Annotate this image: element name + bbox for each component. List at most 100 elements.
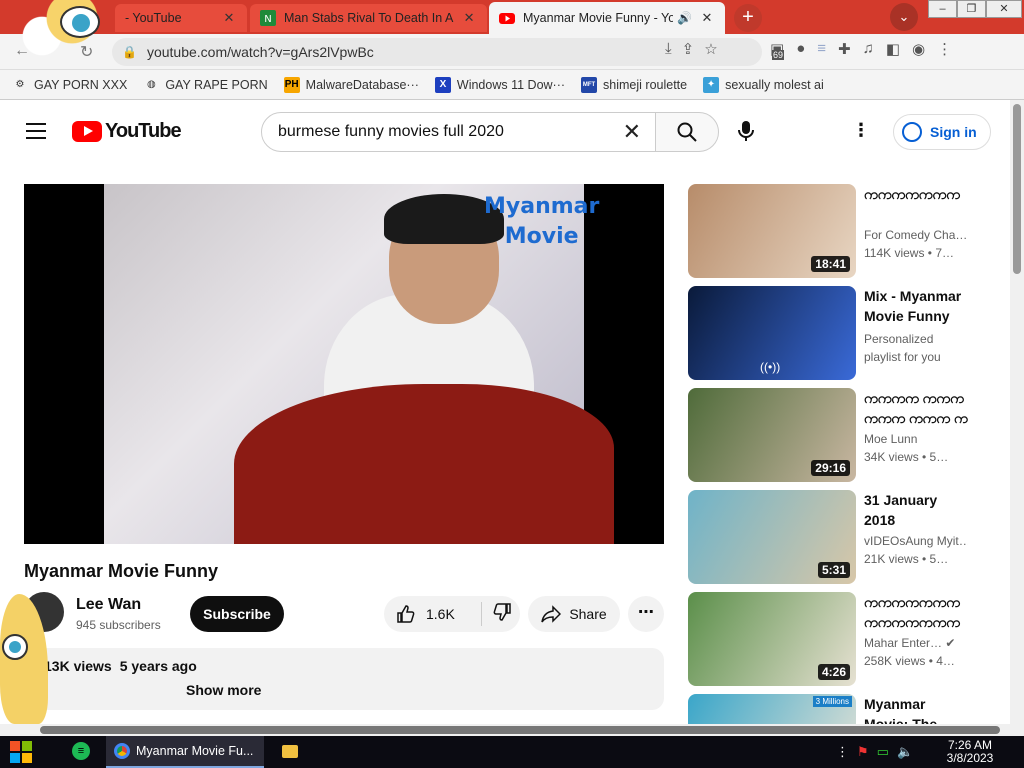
search-button[interactable] <box>655 112 719 152</box>
media-icon[interactable]: ♫ <box>863 40 874 58</box>
svg-text:N: N <box>264 14 271 25</box>
subscriber-count: 945 subscribers <box>76 618 161 632</box>
channel-avatar[interactable] <box>24 592 64 632</box>
bookmark-item[interactable]: MFT shimeji roulette <box>581 76 688 93</box>
url-text[interactable]: youtube.com/watch?v=gArs2lVpwBc <box>147 44 374 60</box>
lock-icon[interactable]: 🔒 <box>122 45 137 59</box>
install-icon[interactable]: ⤓ <box>665 40 672 58</box>
video-thumbnail[interactable]: 3 Millions <box>688 694 856 724</box>
bookmark-label: GAY PORN XXX <box>34 77 128 92</box>
clear-icon[interactable]: ✕ <box>623 119 641 145</box>
star-icon[interactable]: ☆ <box>704 40 717 58</box>
more-actions-button[interactable]: ⋯ <box>628 596 664 632</box>
close-icon[interactable]: ✕ <box>699 10 715 26</box>
thumbs-up-icon <box>397 605 415 623</box>
recommended-video[interactable]: 18:41 ကကကကကကက For Comedy Cha… 114K views… <box>688 184 988 278</box>
minimize-button[interactable]: – <box>928 0 957 18</box>
chrome-icon <box>114 743 130 759</box>
recommended-title[interactable]: ကကကက ကကက ကကက ကကက ကကကကကကကက ကကကက... <box>864 388 968 428</box>
sign-in-button[interactable]: Sign in <box>893 114 991 150</box>
puzzle-icon[interactable]: ✚ <box>838 40 851 58</box>
microphone-icon[interactable] <box>737 120 755 147</box>
bookmark-item[interactable]: ⚙ GAY PORN XXX <box>12 77 128 93</box>
share-icon[interactable]: ⇪ <box>682 40 695 58</box>
recommended-mix[interactable]: ((•)) Mix - Myanmar Movie Funny Personal… <box>688 286 988 380</box>
recommended-channel[interactable]: Moe Lunn <box>864 432 968 446</box>
recommended-title[interactable]: ကကကကကကကကကကကကကကက- ကကကကကကကကကကကက... <box>864 592 968 632</box>
reload-icon[interactable]: ↻ <box>80 42 93 62</box>
recommended-channel[interactable]: Mahar Enter… ✔ <box>864 636 968 650</box>
maximize-button[interactable]: ❐ <box>957 0 986 18</box>
recommended-video[interactable]: 3 Millions Myanmar Movie: The <box>688 694 988 724</box>
taskbar: ≡ Myanmar Movie Fu... ⋮ ⚑ ▭ 🔈 7:26 AM 3/… <box>0 736 1024 768</box>
volume-icon[interactable]: 🔈 <box>897 744 913 760</box>
new-tab-button[interactable]: + <box>734 4 762 32</box>
recommended-title[interactable]: Mix - Myanmar Movie Funny <box>864 286 968 326</box>
tab-active[interactable]: Myanmar Movie Funny - Yo 🔊 ✕ <box>489 2 725 34</box>
close-window-button[interactable]: ✕ <box>986 0 1022 18</box>
overflow-icon[interactable]: ⋮ <box>836 744 849 760</box>
recommended-video[interactable]: 4:26 ကကကကကကကကကကကကကကက- ကကကကကကကကကကကက... Ma… <box>688 592 988 686</box>
subscribe-button[interactable]: Subscribe <box>190 596 284 632</box>
bookmark-item[interactable]: ◍ GAY RAPE PORN <box>143 77 268 93</box>
windows-start-icon[interactable] <box>10 741 32 763</box>
close-icon[interactable]: ✕ <box>221 10 237 26</box>
like-button[interactable]: 1.6K <box>384 602 482 626</box>
show-more-button[interactable]: Show more <box>36 682 652 698</box>
recommended-video[interactable]: 29:16 ကကကက ကကက ကကက ကကက ကကကကကကကက ကကကက... … <box>688 388 988 482</box>
speaker-icon[interactable]: 🔊 <box>677 11 692 25</box>
recommended-title[interactable]: 31 January 2018 <box>864 490 968 530</box>
scrollbar-thumb[interactable] <box>1013 104 1021 274</box>
profile-icon[interactable]: ◉ <box>912 40 925 58</box>
taskbar-chrome-button[interactable]: Myanmar Movie Fu... <box>106 736 264 768</box>
view-count: 13K views <box>44 658 112 674</box>
video-thumbnail[interactable]: 18:41 <box>688 184 856 278</box>
search-input[interactable]: burmese funny movies full 2020 ✕ <box>261 112 656 152</box>
chevron-down-icon[interactable]: ⌄ <box>890 3 918 31</box>
tab-youtube[interactable]: - YouTube ✕ <box>115 4 247 32</box>
video-player[interactable]: Myanmar Movie <box>24 184 664 544</box>
video-thumbnail[interactable]: ((•)) <box>688 286 856 380</box>
ph-icon: PH <box>283 76 300 93</box>
more-options-icon[interactable]: ⋮ <box>852 120 870 141</box>
youtube-logo[interactable]: YouTube <box>72 120 182 143</box>
bookmark-item[interactable]: X Windows 11 Dow··· <box>434 76 565 93</box>
hamburger-menu-icon[interactable] <box>26 123 46 139</box>
recommended-title[interactable]: Myanmar Movie: The <box>864 694 968 724</box>
recommended-video[interactable]: 5:31 31 January 2018 vIDEOsAung Myit… 21… <box>688 490 988 584</box>
recommended-title[interactable]: ကကကကကကက <box>864 184 968 204</box>
bookmark-item[interactable]: ✦ sexually molest ai <box>703 76 824 93</box>
flag-extension-icon[interactable]: ≡ <box>817 40 826 58</box>
horizontal-scrollbar[interactable] <box>0 724 1024 736</box>
clock[interactable]: 7:26 AM 3/8/2023 <box>940 739 1000 765</box>
description-box[interactable]: 13K views 5 years ago Show more <box>24 648 664 710</box>
live-icon: ((•)) <box>760 360 781 374</box>
video-meta: 13K views 5 years ago <box>36 658 652 674</box>
youtube-play-icon <box>72 121 102 142</box>
share-button[interactable]: Share <box>528 596 620 632</box>
dislike-button[interactable] <box>482 602 512 627</box>
search-query[interactable]: burmese funny movies full 2020 <box>278 123 504 141</box>
channel-name[interactable]: Lee Wan <box>76 596 141 614</box>
video-thumbnail[interactable]: 5:31 <box>688 490 856 584</box>
close-icon[interactable]: ✕ <box>461 10 477 26</box>
spotify-icon[interactable]: ≡ <box>72 742 90 760</box>
scrollbar-thumb[interactable] <box>40 726 1000 734</box>
recommended-channel[interactable]: For Comedy Cha… <box>864 228 968 242</box>
tab-news[interactable]: N Man Stabs Rival To Death In A ✕ <box>250 4 487 32</box>
bookmark-label: shimeji roulette <box>603 77 688 92</box>
sidepanel-icon[interactable]: ◧ <box>886 40 900 58</box>
back-icon[interactable]: ← <box>14 42 30 60</box>
flag-icon[interactable]: ⚑ <box>857 744 869 760</box>
recommended-channel[interactable]: vIDEOsAung Myit… <box>864 534 968 548</box>
bookmark-item[interactable]: PH MalwareDatabase··· <box>283 76 419 93</box>
vertical-scrollbar[interactable] <box>1010 100 1024 724</box>
video-thumbnail[interactable]: 29:16 <box>688 388 856 482</box>
tab-title: Myanmar Movie Funny - Yo <box>523 11 673 25</box>
video-thumbnail[interactable]: 4:26 <box>688 592 856 686</box>
network-icon[interactable]: ▭ <box>877 744 889 760</box>
folder-icon[interactable] <box>282 745 298 758</box>
avatar-extension-icon[interactable]: ● <box>796 40 805 58</box>
extension-icon[interactable]: ▣69 <box>770 40 784 60</box>
menu-icon[interactable]: ⋮ <box>937 40 952 58</box>
